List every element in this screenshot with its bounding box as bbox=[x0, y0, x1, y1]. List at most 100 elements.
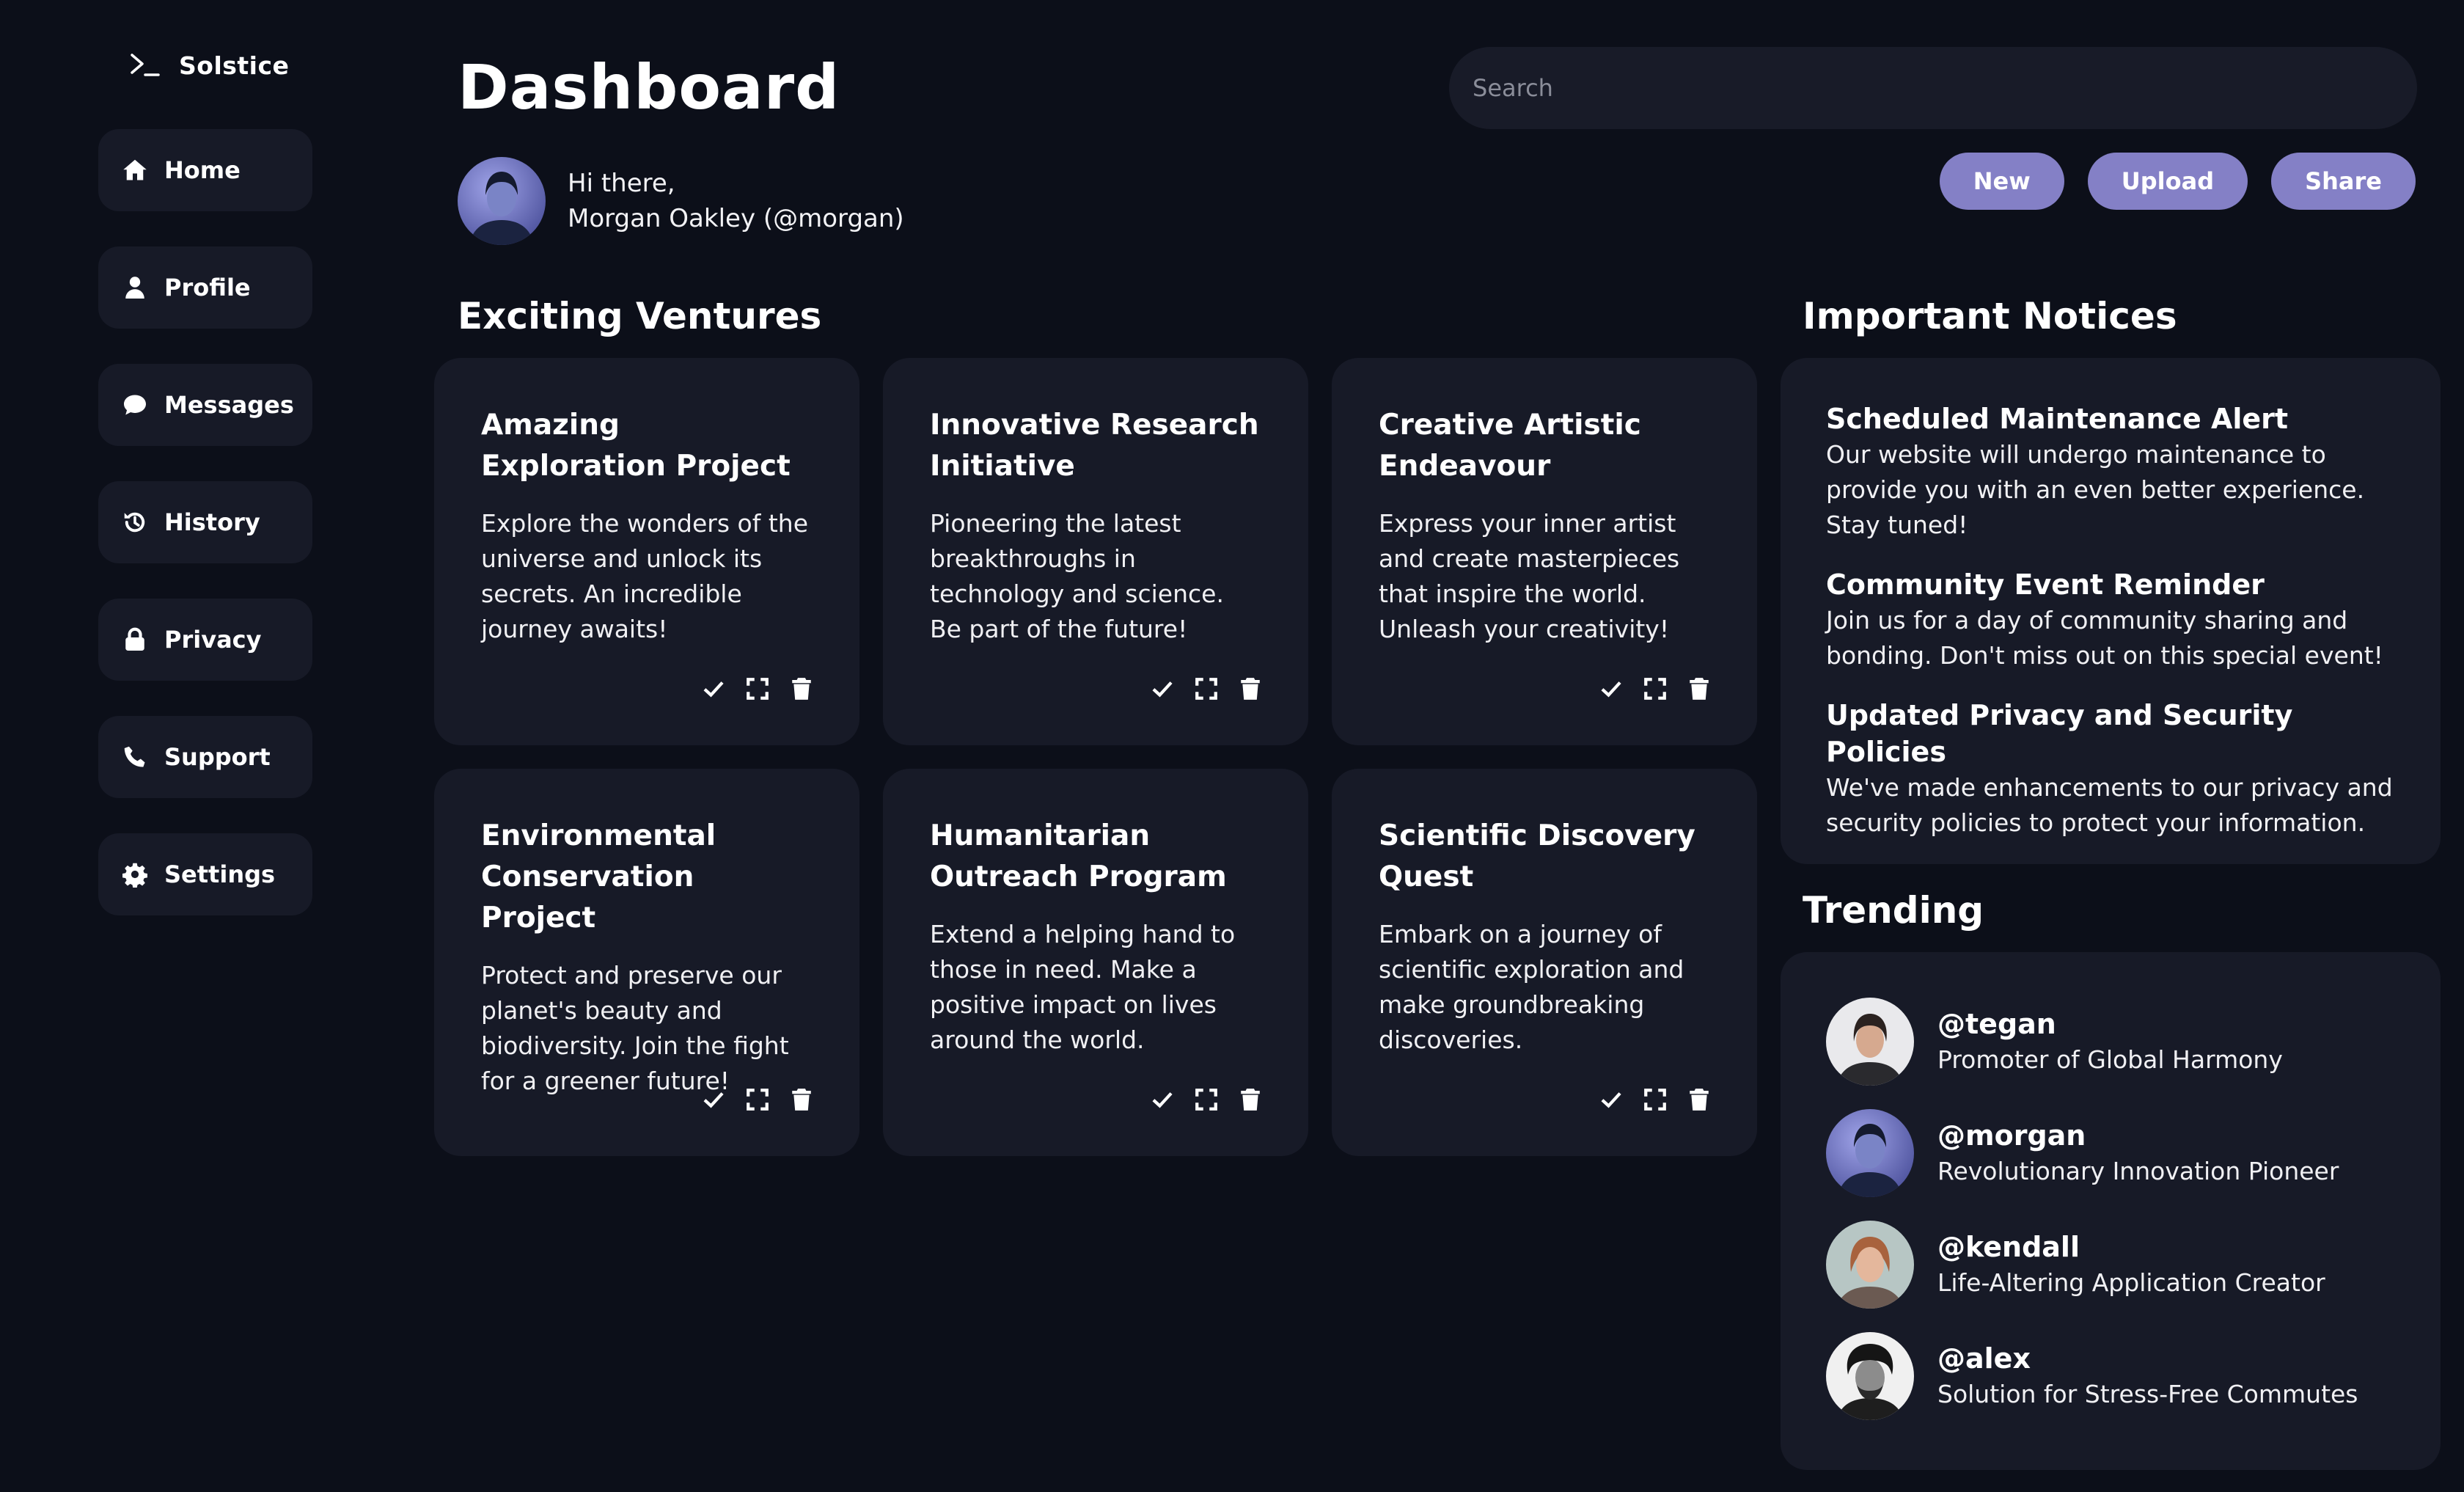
notice-title: Updated Privacy and Security Policies bbox=[1826, 699, 2293, 768]
trending-handle: @tegan bbox=[1937, 1008, 2056, 1040]
trending-handle: @morgan bbox=[1937, 1119, 2086, 1152]
card-title: Amazing Exploration Project bbox=[481, 409, 791, 483]
expand-icon[interactable] bbox=[745, 676, 770, 701]
card-actions bbox=[701, 676, 814, 701]
new-button[interactable]: New bbox=[1939, 153, 2064, 210]
avatar[interactable] bbox=[1826, 1221, 1914, 1309]
user-greeting: Hi there, Morgan Oakley (@morgan) bbox=[458, 157, 904, 245]
trending-title: Trending bbox=[1803, 889, 1984, 932]
sidebar-item-history[interactable]: History bbox=[98, 481, 312, 563]
greeting-line: Hi there, bbox=[568, 169, 675, 198]
card-actions bbox=[1599, 676, 1712, 701]
chat-icon bbox=[124, 395, 146, 415]
card-actions bbox=[1599, 1087, 1712, 1112]
notices-title: Important Notices bbox=[1803, 295, 2177, 337]
sidebar-item-label: History bbox=[164, 508, 260, 536]
trash-icon[interactable] bbox=[1687, 676, 1712, 701]
sidebar-item-label: Messages bbox=[164, 391, 294, 419]
venture-card[interactable]: Humanitarian Outreach Program Extend a h… bbox=[883, 769, 1308, 1156]
trending-description: Promoter of Global Harmony bbox=[1937, 1045, 2283, 1074]
expand-icon[interactable] bbox=[1194, 1087, 1219, 1112]
card-description: Embark on a journey of scientific explor… bbox=[1379, 920, 1684, 1054]
card-description: Extend a helping hand to those in need. … bbox=[930, 920, 1236, 1054]
trending-item[interactable]: @alex Solution for Stress-Free Commutes bbox=[1826, 1332, 2395, 1420]
card-actions bbox=[1150, 676, 1263, 701]
sidebar: Solstice Home Profile Messages History P… bbox=[0, 0, 411, 1492]
card-title: Creative Artistic Endeavour bbox=[1379, 409, 1641, 483]
card-description: Pioneering the latest breakthroughs in t… bbox=[930, 509, 1224, 643]
trending-panel: @tegan Promoter of Global Harmony @morga… bbox=[1781, 952, 2441, 1470]
gear-icon bbox=[122, 863, 147, 888]
notice-body: Our website will undergo maintenance to … bbox=[1826, 440, 2365, 539]
check-icon[interactable] bbox=[1150, 676, 1175, 701]
home-icon bbox=[123, 159, 147, 180]
user-avatar-image bbox=[458, 157, 546, 245]
notice-body: Join us for a day of community sharing a… bbox=[1826, 606, 2383, 670]
share-button[interactable]: Share bbox=[2271, 153, 2416, 210]
venture-card[interactable]: Creative Artistic Endeavour Express your… bbox=[1332, 358, 1757, 745]
brand-name: Solstice bbox=[179, 51, 290, 80]
trending-item[interactable]: @tegan Promoter of Global Harmony bbox=[1826, 998, 2395, 1086]
sidebar-item-profile[interactable]: Profile bbox=[98, 246, 312, 329]
trash-icon[interactable] bbox=[1687, 1087, 1712, 1112]
trash-icon[interactable] bbox=[1238, 676, 1263, 701]
card-title: Environmental Conservation Project bbox=[481, 819, 716, 935]
avatar[interactable] bbox=[1826, 1332, 1914, 1420]
notice-item[interactable]: Community Event Reminder Join us for a d… bbox=[1826, 566, 2395, 673]
brand[interactable]: Solstice bbox=[129, 47, 289, 84]
check-icon[interactable] bbox=[701, 676, 726, 701]
sidebar-item-settings[interactable]: Settings bbox=[98, 833, 312, 915]
trash-icon[interactable] bbox=[1238, 1087, 1263, 1112]
sidebar-item-home[interactable]: Home bbox=[98, 129, 312, 211]
notice-title: Community Event Reminder bbox=[1826, 568, 2265, 601]
sidebar-item-messages[interactable]: Messages bbox=[98, 364, 312, 446]
venture-card[interactable]: Scientific Discovery Quest Embark on a j… bbox=[1332, 769, 1757, 1156]
avatar[interactable] bbox=[458, 157, 546, 245]
expand-icon[interactable] bbox=[745, 1087, 770, 1112]
check-icon[interactable] bbox=[701, 1087, 726, 1112]
sidebar-item-label: Profile bbox=[164, 274, 251, 301]
notice-item[interactable]: Scheduled Maintenance Alert Our website … bbox=[1826, 401, 2395, 543]
check-icon[interactable] bbox=[1599, 676, 1624, 701]
card-description: Express your inner artist and create mas… bbox=[1379, 509, 1680, 643]
venture-card[interactable]: Environmental Conservation Project Prote… bbox=[434, 769, 859, 1156]
user-icon bbox=[125, 277, 144, 299]
check-icon[interactable] bbox=[1150, 1087, 1175, 1112]
trash-icon[interactable] bbox=[789, 1087, 814, 1112]
avatar-image bbox=[1826, 1109, 1914, 1197]
sidebar-item-label: Support bbox=[164, 743, 271, 771]
card-title: Scientific Discovery Quest bbox=[1379, 819, 1695, 893]
trending-item[interactable]: @kendall Life-Altering Application Creat… bbox=[1826, 1221, 2395, 1309]
notice-item[interactable]: Updated Privacy and Security Policies We… bbox=[1826, 697, 2395, 841]
trash-icon[interactable] bbox=[789, 676, 814, 701]
venture-card[interactable]: Innovative Research Initiative Pioneerin… bbox=[883, 358, 1308, 745]
avatar[interactable] bbox=[1826, 998, 1914, 1086]
card-description: Protect and preserve our planet's beauty… bbox=[481, 961, 789, 1095]
sidebar-item-label: Home bbox=[164, 156, 241, 184]
sidebar-item-label: Settings bbox=[164, 860, 276, 888]
search-input[interactable] bbox=[1449, 47, 2417, 129]
trending-description: Solution for Stress-Free Commutes bbox=[1937, 1380, 2358, 1408]
avatar-image bbox=[1826, 1221, 1914, 1309]
venture-card[interactable]: Amazing Exploration Project Explore the … bbox=[434, 358, 859, 745]
check-icon[interactable] bbox=[1599, 1087, 1624, 1112]
sidebar-nav: Home Profile Messages History Privacy Su… bbox=[98, 129, 312, 951]
expand-icon[interactable] bbox=[1643, 1087, 1668, 1112]
ventures-grid: Amazing Exploration Project Explore the … bbox=[434, 358, 1757, 1156]
avatar-image bbox=[1826, 998, 1914, 1086]
trending-item[interactable]: @morgan Revolutionary Innovation Pioneer bbox=[1826, 1109, 2395, 1197]
notices-panel: Scheduled Maintenance Alert Our website … bbox=[1781, 358, 2441, 864]
sidebar-item-support[interactable]: Support bbox=[98, 716, 312, 798]
expand-icon[interactable] bbox=[1194, 676, 1219, 701]
sidebar-item-privacy[interactable]: Privacy bbox=[98, 599, 312, 681]
page-title: Dashboard bbox=[458, 51, 840, 123]
trending-description: Revolutionary Innovation Pioneer bbox=[1937, 1157, 2339, 1185]
upload-button[interactable]: Upload bbox=[2087, 153, 2248, 210]
avatar[interactable] bbox=[1826, 1109, 1914, 1197]
trending-handle: @alex bbox=[1937, 1342, 2031, 1375]
expand-icon[interactable] bbox=[1643, 676, 1668, 701]
greeting-text: Hi there, Morgan Oakley (@morgan) bbox=[568, 166, 904, 236]
user-name: Morgan Oakley (@morgan) bbox=[568, 204, 904, 233]
trending-description: Life-Altering Application Creator bbox=[1937, 1268, 2325, 1297]
terminal-icon bbox=[131, 54, 160, 76]
